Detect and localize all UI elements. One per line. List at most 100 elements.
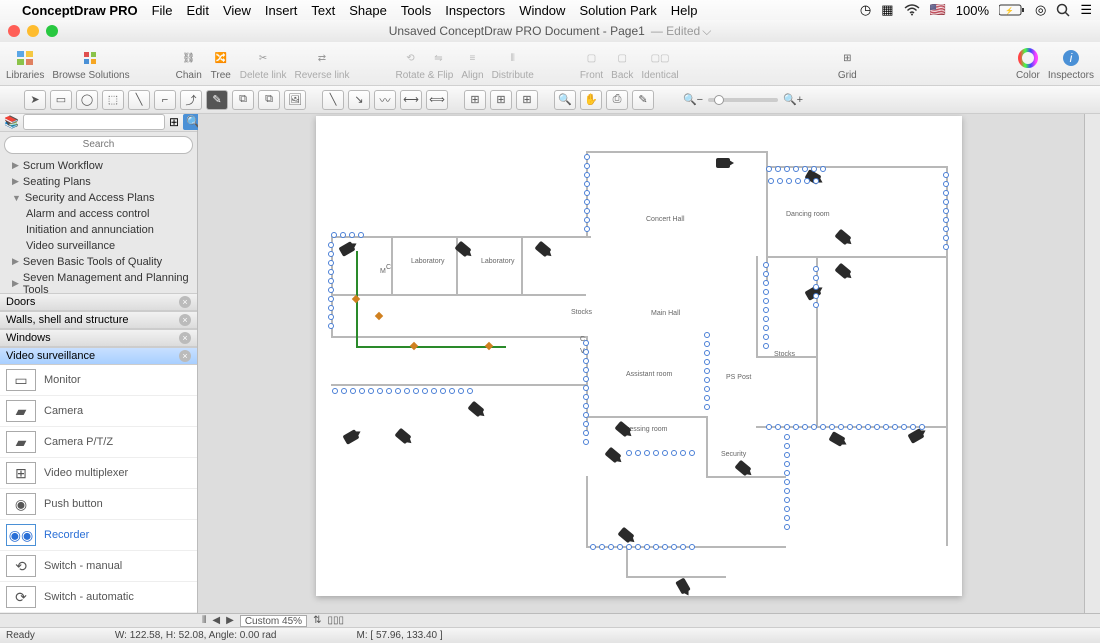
lib-windows[interactable]: Windows× [0, 329, 197, 347]
menu-icon[interactable]: ☰ [1080, 2, 1092, 18]
tool-dim-h[interactable]: ⟷ [400, 90, 422, 110]
zoom-in-icon[interactable]: 🔍+ [782, 90, 804, 110]
canvas[interactable]: Concert Hall Dancing room Laboratory Lab… [198, 114, 1084, 613]
clock-icon[interactable]: ◷ [860, 2, 871, 18]
tb-delete-link[interactable]: ✂Delete link [240, 46, 287, 81]
camera-icon[interactable] [734, 460, 751, 477]
cat-videosurv[interactable]: Video surveillance [0, 238, 197, 254]
camera-icon[interactable] [834, 229, 851, 246]
tool-table3[interactable]: ⊞ [516, 90, 538, 110]
battery-icon[interactable]: ⚡ [999, 4, 1025, 16]
tool-image[interactable]: 🖼 [284, 90, 306, 110]
cat-security[interactable]: ▼Security and Access Plans [0, 190, 197, 206]
tb-back[interactable]: ▢Back [611, 46, 633, 81]
menu-insert[interactable]: Insert [265, 3, 298, 18]
shape-monitor[interactable]: ▭Monitor [0, 365, 197, 396]
tool-stamp[interactable]: ⎙ [606, 90, 628, 110]
grid-icon[interactable]: ▦ [881, 2, 893, 18]
tool-arrow[interactable]: ↘ [348, 90, 370, 110]
close-icon[interactable]: × [179, 350, 191, 362]
menu-text[interactable]: Text [311, 3, 335, 18]
title-dropdown-icon[interactable]: ⌵ [702, 24, 711, 39]
camera-icon[interactable] [716, 158, 730, 168]
tool-rect[interactable]: ▭ [50, 90, 72, 110]
tb-grid[interactable]: ⊞Grid [836, 46, 858, 81]
tool-connector[interactable]: ⌐ [154, 90, 176, 110]
camera-icon[interactable] [828, 431, 845, 447]
menu-tools[interactable]: Tools [401, 3, 431, 18]
lib-videosurv[interactable]: Video surveillance× [0, 347, 197, 365]
tool-dim-v[interactable]: ⟺ [426, 90, 448, 110]
tb-libraries[interactable]: Libraries [6, 46, 44, 81]
shape-switch-manual[interactable]: ⟲Switch - manual [0, 551, 197, 582]
zoom-select[interactable]: Custom 45% [240, 615, 307, 627]
zoom-out-icon[interactable]: 🔍− [682, 90, 704, 110]
tool-line2[interactable]: ╲ [322, 90, 344, 110]
cat-scrum[interactable]: ▶Scrum Workflow [0, 158, 197, 174]
camera-icon[interactable] [534, 241, 551, 258]
menu-file[interactable]: File [152, 3, 173, 18]
close-icon[interactable]: × [179, 296, 191, 308]
shape-recorder[interactable]: ◉◉Recorder [0, 520, 197, 551]
page[interactable]: Concert Hall Dancing room Laboratory Lab… [316, 116, 962, 596]
tb-color[interactable]: Color [1016, 46, 1040, 81]
lib-walls[interactable]: Walls, shell and structure× [0, 311, 197, 329]
minimize-button[interactable] [27, 25, 39, 37]
library-toggle-icon[interactable]: 📚 [4, 115, 19, 129]
stepper-icon[interactable]: ⇅ [313, 615, 321, 626]
menu-window[interactable]: Window [519, 3, 565, 18]
camera-icon[interactable] [394, 428, 411, 445]
page-tabs[interactable]: ▯▯▯ [327, 615, 344, 626]
tool-pen[interactable]: ✎ [206, 90, 228, 110]
camera-icon[interactable] [614, 421, 631, 438]
scroll-left-icon[interactable]: ◀ [212, 615, 220, 626]
tool-ellipse[interactable]: ◯ [76, 90, 98, 110]
tool-hand[interactable]: ✋ [580, 90, 602, 110]
lib-doors[interactable]: Doors× [0, 293, 197, 311]
menu-view[interactable]: View [223, 3, 251, 18]
sidebar-filter-input[interactable] [23, 114, 165, 130]
camera-icon[interactable] [604, 447, 621, 464]
camera-icon[interactable] [467, 401, 484, 418]
close-icon[interactable]: × [179, 332, 191, 344]
tool-table2[interactable]: ⊞ [490, 90, 512, 110]
cat-seating[interactable]: ▶Seating Plans [0, 174, 197, 190]
shape-camera[interactable]: ▰Camera [0, 396, 197, 427]
menu-edit[interactable]: Edit [187, 3, 209, 18]
tool-table1[interactable]: ⊞ [464, 90, 486, 110]
tb-identical[interactable]: ▢▢Identical [641, 46, 678, 81]
camera-icon[interactable] [338, 241, 355, 257]
tool-spline[interactable]: 〰 [374, 90, 396, 110]
menu-help[interactable]: Help [671, 3, 698, 18]
cat-alarm[interactable]: Alarm and access control [0, 206, 197, 222]
app-name[interactable]: ConceptDraw PRO [22, 3, 138, 18]
scroll-right-icon[interactable]: ▶ [226, 615, 234, 626]
tb-distribute[interactable]: ⦀Distribute [492, 46, 534, 81]
shape-multiplexer[interactable]: ⊞Video multiplexer [0, 458, 197, 489]
cat-seven-basic[interactable]: ▶Seven Basic Tools of Quality [0, 254, 197, 270]
scroll-handle-icon[interactable]: ⦀ [202, 615, 206, 626]
tool-arc[interactable]: ⤴ [180, 90, 202, 110]
tb-align[interactable]: ≡Align [461, 46, 483, 81]
search-input[interactable] [4, 136, 193, 154]
shape-camera-ptz[interactable]: ▰Camera P/T/Z [0, 427, 197, 458]
user-icon[interactable]: ◎ [1035, 2, 1046, 18]
menu-solutionpark[interactable]: Solution Park [579, 3, 656, 18]
menu-shape[interactable]: Shape [349, 3, 387, 18]
tb-front[interactable]: ▢Front [580, 46, 603, 81]
tool-eyedrop[interactable]: ✎ [632, 90, 654, 110]
tool-line[interactable]: ╲ [128, 90, 150, 110]
tool-pointer[interactable]: ➤ [24, 90, 46, 110]
close-icon[interactable]: × [179, 314, 191, 326]
tb-chain[interactable]: ⛓Chain [176, 46, 202, 81]
shape-pushbutton[interactable]: ◉Push button [0, 489, 197, 520]
tb-reverse-link[interactable]: ⇄Reverse link [294, 46, 349, 81]
camera-icon[interactable] [617, 527, 634, 544]
flag-icon[interactable]: 🇺🇸 [930, 2, 946, 18]
shape-switch-auto[interactable]: ⟳Switch - automatic [0, 582, 197, 613]
tb-inspectors[interactable]: iInspectors [1048, 46, 1094, 81]
camera-icon[interactable] [834, 263, 851, 280]
cat-initiation[interactable]: Initiation and annunciation [0, 222, 197, 238]
tool-group2[interactable]: ⧉ [258, 90, 280, 110]
close-button[interactable] [8, 25, 20, 37]
